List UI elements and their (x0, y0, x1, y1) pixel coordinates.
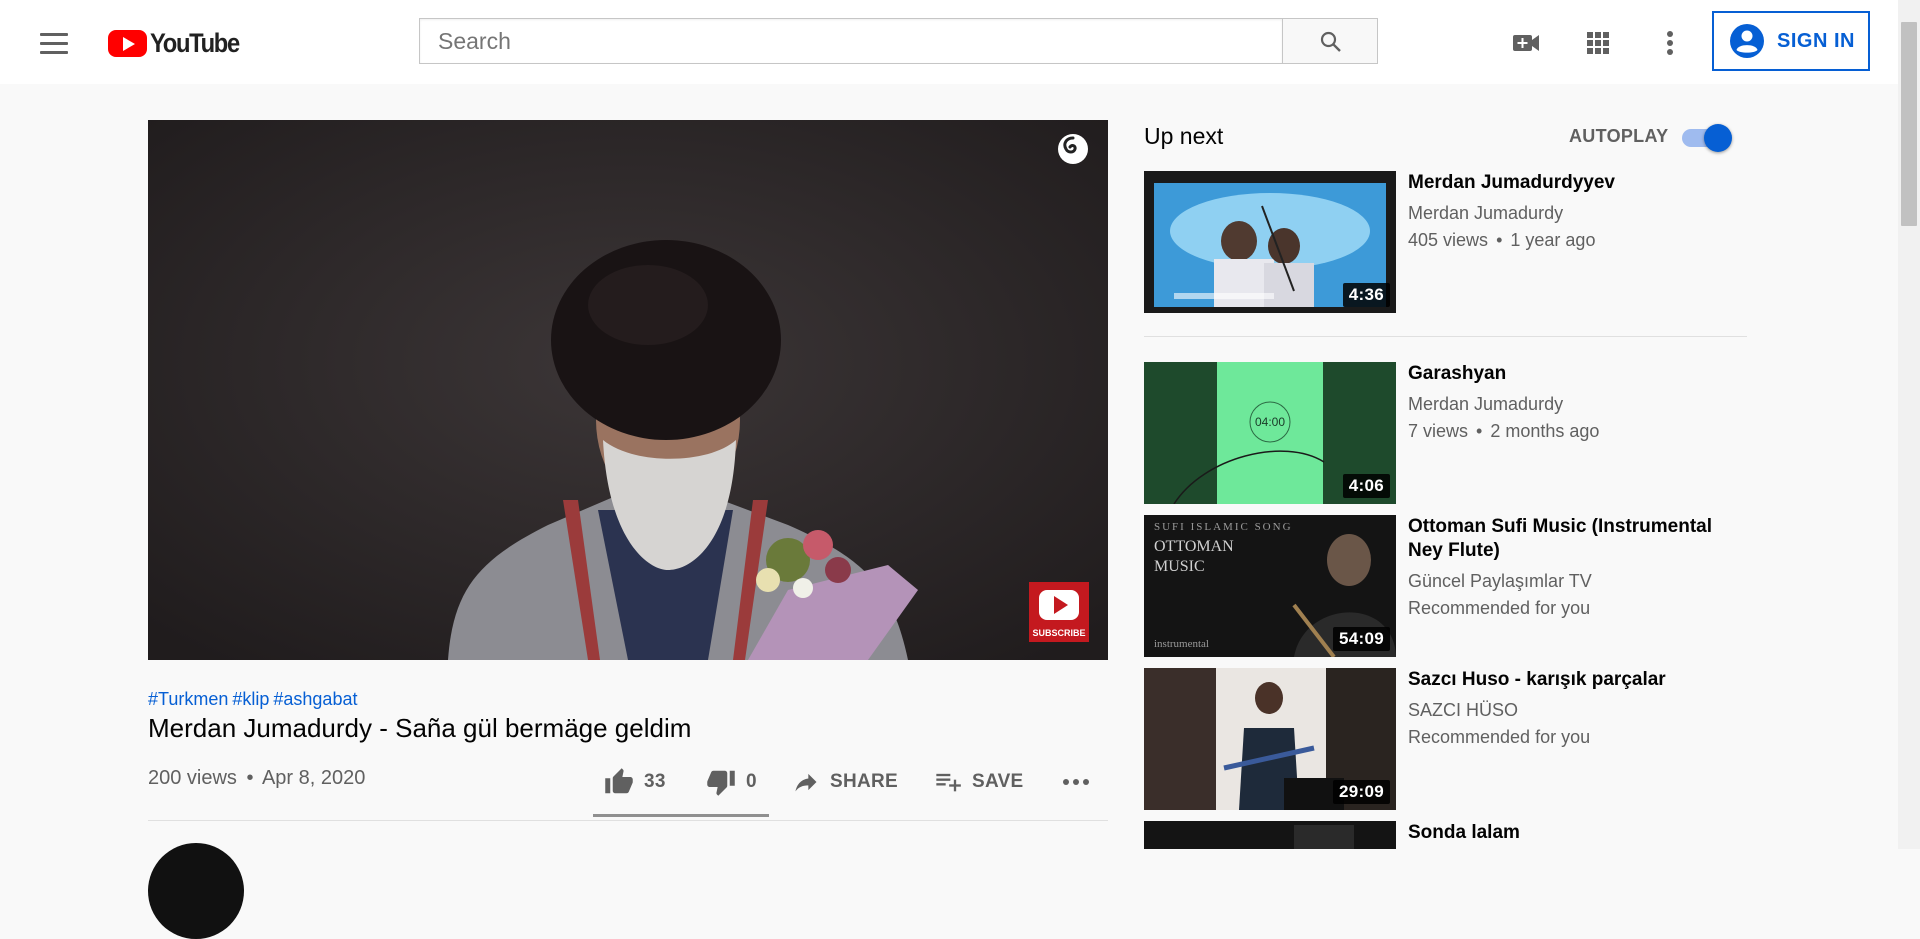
more-actions-button[interactable] (1060, 762, 1092, 802)
recommended-video[interactable]: SUFI ISLAMIC SONG OTTOMAN MUSIC instrume… (1144, 515, 1747, 657)
video-duration: 4:36 (1342, 283, 1390, 307)
recommended-video[interactable]: 4:36 Merdan Jumadurdyyev Merdan Jumadurd… (1144, 171, 1747, 313)
video-title: Ottoman Sufi Music (Instrumental Ney Flu… (1408, 516, 1713, 561)
save-button[interactable]: SAVE (934, 762, 1024, 802)
video-meta: 405 views • 1 year ago (1408, 230, 1595, 251)
thumb-time: 04:00 (1255, 415, 1285, 429)
like-count: 33 (644, 771, 666, 792)
account-circle-icon (1730, 24, 1764, 58)
recommended-video[interactable]: 04:00 4:06 Garashyan Merdan Jumadurdy 7 … (1144, 362, 1747, 504)
divider (148, 820, 1108, 821)
channel-watermark-icon (1058, 134, 1088, 164)
hashtag-link[interactable]: #klip (232, 689, 269, 709)
video-thumbnail: SUFI ISLAMIC SONG OTTOMAN MUSIC instrume… (1144, 515, 1396, 657)
save-label: SAVE (972, 771, 1024, 792)
more-horiz-icon (1063, 779, 1089, 785)
video-title: Merdan Jumadurdy - Sañа gül bermäge geld… (148, 713, 692, 743)
video-duration: 54:09 (1333, 627, 1390, 651)
youtube-logo[interactable]: YouTube (108, 28, 251, 58)
video-title: Merdan Jumadurdyyev (1408, 172, 1615, 193)
hashtags: #Turkmen #klip #ashgabat (148, 689, 361, 710)
video-frame (148, 120, 1108, 660)
dislike-count: 0 (746, 771, 757, 792)
recommended-video[interactable]: 29:09 Sazcı Huso - karışık parçalar SAZC… (1144, 668, 1747, 810)
subscribe-watermark-label: SUBSCRIBE (1032, 628, 1086, 638)
youtube-subscribe-icon (1039, 590, 1079, 620)
video-title: Sonda lalam (1408, 822, 1520, 843)
autoplay-toggle[interactable] (1680, 124, 1734, 152)
search-icon (1320, 31, 1341, 52)
section-divider (1144, 336, 1747, 337)
search-button[interactable] (1282, 18, 1378, 64)
view-count-and-date: 200 views • Apr 8, 2020 (148, 767, 365, 790)
video-thumbnail (1144, 821, 1396, 849)
autoplay-label: AUTOPLAY (1569, 126, 1669, 146)
masthead: YouTube SIGN IN (0, 0, 1898, 84)
video-title: Sazcı Huso - karışık parçalar (1408, 669, 1666, 690)
video-meta: Recommended for you (1408, 727, 1591, 747)
share-button[interactable]: SHARE (792, 762, 898, 802)
video-thumbnail: 29:09 (1144, 668, 1396, 810)
channel-name[interactable]: Merdan Jumadurdy (1408, 203, 1563, 224)
playlist-add-icon (936, 773, 961, 792)
sentiment-bar (593, 814, 769, 817)
apps-grid-icon[interactable] (1580, 25, 1616, 61)
thumbnail-image (1144, 821, 1396, 849)
thumb-caption: SUFI ISLAMIC SONG (1154, 521, 1293, 533)
meta-separator: • (1476, 421, 1483, 441)
sign-in-label: SIGN IN (1777, 29, 1855, 52)
youtube-play-logo-icon (108, 29, 147, 57)
thumbs-down-icon (707, 770, 735, 796)
video-meta: 7 views • 2 months ago (1408, 421, 1599, 442)
video-duration: 29:09 (1333, 780, 1390, 804)
thumb-footer: instrumental (1154, 638, 1209, 650)
meta-separator: • (246, 767, 254, 789)
hashtag-link[interactable]: #ashgabat (273, 689, 357, 709)
thumb-heading-2: MUSIC (1154, 558, 1205, 575)
video-title: Garashyan (1408, 363, 1507, 384)
up-next-heading: Up next (1144, 123, 1224, 149)
like-button[interactable]: 33 (604, 762, 666, 802)
upload-age: 2 months ago (1490, 421, 1600, 441)
subscribe-watermark-button[interactable]: SUBSCRIBE (1029, 582, 1089, 642)
video-meta: Recommended for you (1408, 598, 1591, 618)
view-count: 405 views (1408, 230, 1489, 250)
view-count: 7 views (1408, 421, 1469, 441)
thumb-heading: OTTOMAN (1154, 538, 1234, 555)
scrollbar-thumb[interactable] (1901, 22, 1917, 226)
share-label: SHARE (830, 771, 899, 792)
create-video-icon[interactable] (1508, 25, 1544, 61)
upload-date: Apr 8, 2020 (261, 767, 366, 789)
upload-age: 1 year ago (1510, 230, 1596, 250)
menu-icon[interactable] (36, 27, 72, 57)
view-count: 200 views (148, 767, 237, 789)
toggle-knob (1704, 124, 1732, 152)
thumbs-up-icon (605, 768, 633, 794)
channel-name[interactable]: Merdan Jumadurdy (1408, 394, 1563, 415)
video-duration: 4:06 (1342, 474, 1390, 498)
channel-name[interactable]: SAZCI HÜSO (1408, 700, 1518, 721)
recommended-video[interactable]: Sonda lalam (1144, 821, 1747, 849)
share-arrow-icon (795, 773, 817, 792)
meta-separator: • (1496, 230, 1503, 250)
video-thumbnail: 04:00 4:06 (1144, 362, 1396, 504)
hashtag-link[interactable]: #Turkmen (148, 689, 228, 709)
dislike-button[interactable]: 0 (706, 762, 757, 802)
video-player[interactable]: SUBSCRIBE (148, 120, 1108, 660)
search-box (419, 18, 1282, 64)
logo-text: YouTube (150, 27, 240, 58)
more-vert-icon[interactable] (1652, 25, 1688, 61)
sign-in-button[interactable]: SIGN IN (1712, 11, 1870, 71)
search-input[interactable] (420, 19, 1278, 63)
channel-name[interactable]: Güncel Paylaşımlar TV (1408, 571, 1592, 592)
video-thumbnail: 4:36 (1144, 171, 1396, 313)
channel-avatar[interactable] (148, 843, 244, 939)
